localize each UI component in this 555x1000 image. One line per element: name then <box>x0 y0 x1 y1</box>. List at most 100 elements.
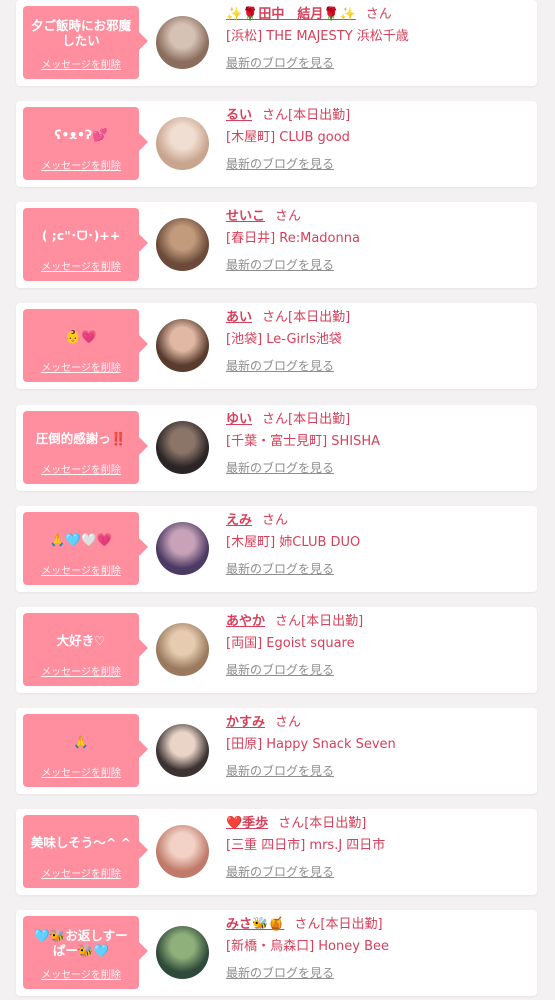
message-bubble: 美味しそう〜^ ^ メッセージを削除 <box>23 815 148 888</box>
message-card: 夕ご飯時にお邪魔 したい メッセージを削除 ✨🌹田中 結月🌹✨ さん [浜松] T… <box>16 0 537 86</box>
delete-message-link[interactable]: メッセージを削除 <box>23 56 139 71</box>
shop-name: [木屋町] 姉CLUB DUO <box>226 535 361 550</box>
cast-name-link[interactable]: えみ <box>226 513 252 528</box>
message-bubble: 大好き♡ メッセージを削除 <box>23 613 148 686</box>
shop-name: [新橋・烏森口] Honey Bee <box>226 939 389 954</box>
cast-info: ❤️季歩 さん[本日出勤] [三重 四日市] mrs.J 四日市 最新のブログを見… <box>226 813 529 881</box>
delete-message-link[interactable]: メッセージを削除 <box>23 157 139 172</box>
cast-info: せいこ さん [春日井] Re:Madonna 最新のブログを見る <box>226 206 529 274</box>
cast-name-link[interactable]: あい <box>226 310 252 325</box>
cast-name-link[interactable]: ✨🌹田中 結月🌹✨ <box>226 7 356 22</box>
delete-message-link[interactable]: メッセージを削除 <box>23 663 139 678</box>
name-row: あやか さん[本日出勤] <box>226 611 529 633</box>
work-status: [本日出勤] <box>301 614 364 629</box>
cast-info: るい さん[本日出勤] [木屋町] CLUB good 最新のブログを見る <box>226 105 529 173</box>
name-row: るい さん[本日出勤] <box>226 105 529 127</box>
work-status: [本日出勤] <box>304 816 367 831</box>
delete-message-link[interactable]: メッセージを削除 <box>23 865 139 880</box>
avatar[interactable] <box>156 319 209 372</box>
cast-info: かすみ さん [田原] Happy Snack Seven 最新のブログを見る <box>226 712 529 780</box>
message-card: ( ;c"･ᗜ･)++ メッセージを削除 せいこ さん [春日井] Re:Mado… <box>16 202 537 288</box>
message-text: 🩵🐝お返しすー ぱー🐝🩵 <box>34 928 128 958</box>
message-bubble: ( ;c"･ᗜ･)++ メッセージを削除 <box>23 208 148 281</box>
cast-info: えみ さん [木屋町] 姉CLUB DUO 最新のブログを見る <box>226 510 529 578</box>
message-list: 夕ご飯時にお邪魔 したい メッセージを削除 ✨🌹田中 結月🌹✨ さん [浜松] T… <box>0 0 555 1000</box>
honorific: さん <box>275 715 302 730</box>
work-status: [本日出勤] <box>288 108 351 123</box>
latest-blog-link[interactable]: 最新のブログを見る <box>226 762 529 780</box>
cast-name-link[interactable]: あやか <box>226 614 265 629</box>
name-row: ❤️季歩 さん[本日出勤] <box>226 813 529 835</box>
message-card: ʕ•ᴥ•ʔ💕 メッセージを削除 るい さん[本日出勤] [木屋町] CLUB go… <box>16 101 537 187</box>
work-status: [本日出勤] <box>288 412 351 427</box>
shop-name: [千葉・富士見町] SHISHA <box>226 434 381 449</box>
cast-name-link[interactable]: ゆい <box>226 412 252 427</box>
avatar[interactable] <box>156 926 209 979</box>
message-text: 大好き♡ <box>56 632 106 648</box>
avatar[interactable] <box>156 421 209 474</box>
work-status: [本日出勤] <box>288 310 351 325</box>
message-card: 👶💗 メッセージを削除 あい さん[本日出勤] [池袋] Le-Girls池袋 最… <box>16 303 537 389</box>
avatar[interactable] <box>156 218 209 271</box>
honorific: さん <box>294 917 321 932</box>
avatar[interactable] <box>156 16 209 69</box>
message-text: 美味しそう〜^ ^ <box>30 834 132 850</box>
latest-blog-link[interactable]: 最新のブログを見る <box>226 357 529 375</box>
delete-message-link[interactable]: メッセージを削除 <box>23 258 139 273</box>
latest-blog-link[interactable]: 最新のブログを見る <box>226 863 529 881</box>
message-bubble: 🩵🐝お返しすー ぱー🐝🩵 メッセージを削除 <box>23 916 148 989</box>
shop-name: [春日井] Re:Madonna <box>226 231 360 246</box>
cast-info: あやか さん[本日出勤] [両国] Egoist square 最新のブログを見る <box>226 611 529 679</box>
shop-name: [田原] Happy Snack Seven <box>226 737 396 752</box>
cast-name-link[interactable]: るい <box>226 108 252 123</box>
honorific: さん <box>275 209 302 224</box>
latest-blog-link[interactable]: 最新のブログを見る <box>226 661 529 679</box>
cast-name-link[interactable]: せいこ <box>226 209 265 224</box>
message-card: 圧倒的感謝っ‼️ メッセージを削除 ゆい さん[本日出勤] [千葉・富士見町] S… <box>16 405 537 491</box>
latest-blog-link[interactable]: 最新のブログを見る <box>226 155 529 173</box>
latest-blog-link[interactable]: 最新のブログを見る <box>226 560 529 578</box>
message-text: 圧倒的感謝っ‼️ <box>35 430 127 446</box>
latest-blog-link[interactable]: 最新のブログを見る <box>226 459 529 477</box>
message-card: 大好き♡ メッセージを削除 あやか さん[本日出勤] [両国] Egoist sq… <box>16 607 537 693</box>
cast-name-link[interactable]: みさ🐝🍯 <box>226 917 284 932</box>
message-bubble: 圧倒的感謝っ‼️ メッセージを削除 <box>23 411 148 484</box>
avatar[interactable] <box>156 117 209 170</box>
message-text: 👶💗 <box>65 328 97 344</box>
message-text: ( ;c"･ᗜ･)++ <box>41 227 121 243</box>
delete-message-link[interactable]: メッセージを削除 <box>23 562 139 577</box>
honorific: さん <box>365 7 392 22</box>
message-text: 🙏 <box>73 733 89 749</box>
delete-message-link[interactable]: メッセージを削除 <box>23 966 139 981</box>
delete-message-link[interactable]: メッセージを削除 <box>23 764 139 779</box>
work-status: [本日出勤] <box>320 917 383 932</box>
shop-name: [池袋] Le-Girls池袋 <box>226 332 342 347</box>
message-bubble: 🙏🩵🤍💗 メッセージを削除 <box>23 512 148 585</box>
cast-name-link[interactable]: かすみ <box>226 715 265 730</box>
name-row: えみ さん <box>226 510 529 532</box>
honorific: さん <box>262 513 289 528</box>
avatar[interactable] <box>156 623 209 676</box>
message-bubble: 👶💗 メッセージを削除 <box>23 309 148 382</box>
avatar[interactable] <box>156 825 209 878</box>
name-row: かすみ さん <box>226 712 529 734</box>
latest-blog-link[interactable]: 最新のブログを見る <box>226 256 529 274</box>
shop-name: [両国] Egoist square <box>226 636 355 651</box>
message-text: ʕ•ᴥ•ʔ💕 <box>54 126 108 142</box>
cast-name-link[interactable]: ❤️季歩 <box>226 816 268 831</box>
message-bubble: ʕ•ᴥ•ʔ💕 メッセージを削除 <box>23 107 148 180</box>
name-row: みさ🐝🍯 さん[本日出勤] <box>226 914 529 936</box>
cast-info: みさ🐝🍯 さん[本日出勤] [新橋・烏森口] Honey Bee 最新のブログを見… <box>226 914 529 982</box>
delete-message-link[interactable]: メッセージを削除 <box>23 359 139 374</box>
avatar[interactable] <box>156 522 209 575</box>
latest-blog-link[interactable]: 最新のブログを見る <box>226 54 529 72</box>
honorific: さん <box>262 310 289 325</box>
avatar[interactable] <box>156 724 209 777</box>
message-card: 美味しそう〜^ ^ メッセージを削除 ❤️季歩 さん[本日出勤] [三重 四日市]… <box>16 809 537 895</box>
name-row: あい さん[本日出勤] <box>226 307 529 329</box>
delete-message-link[interactable]: メッセージを削除 <box>23 461 139 476</box>
shop-name: [三重 四日市] mrs.J 四日市 <box>226 838 386 853</box>
cast-info: ✨🌹田中 結月🌹✨ さん [浜松] THE MAJESTY 浜松千歳 最新のブログ… <box>226 4 529 72</box>
cast-info: ゆい さん[本日出勤] [千葉・富士見町] SHISHA 最新のブログを見る <box>226 409 529 477</box>
latest-blog-link[interactable]: 最新のブログを見る <box>226 964 529 982</box>
